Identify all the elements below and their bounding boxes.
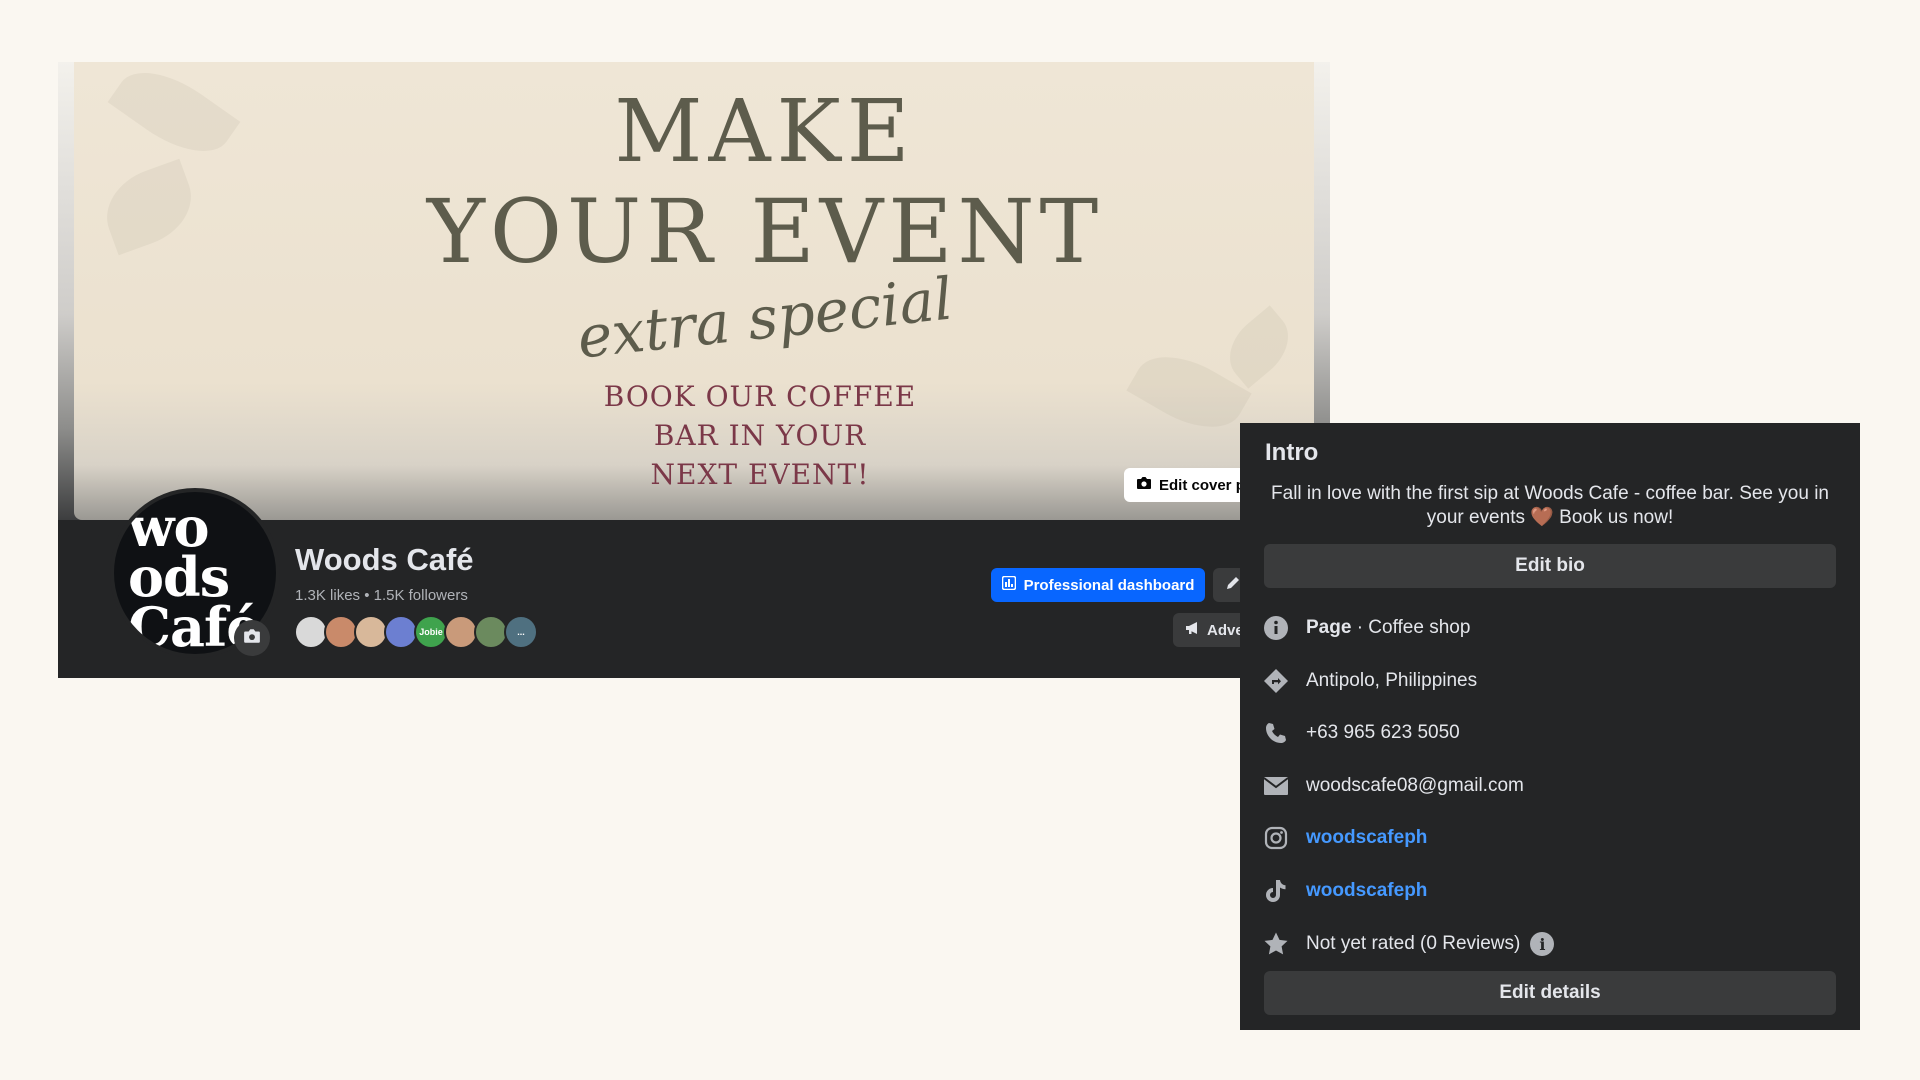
megaphone-icon <box>1185 621 1201 639</box>
page-stats[interactable]: 1.3K likes • 1.5K followers <box>295 587 468 604</box>
page-category: · Coffee shop <box>1351 617 1471 638</box>
tiktok-link[interactable]: woodscafeph <box>1306 880 1427 902</box>
star-icon <box>1262 930 1290 958</box>
follower-avatar[interactable] <box>444 615 478 649</box>
intro-title: Intro <box>1265 439 1319 466</box>
cover-subtext-1: BOOK OUR COFFEE <box>603 380 917 413</box>
follower-avatar[interactable] <box>354 615 388 649</box>
phone-icon <box>1262 719 1290 747</box>
instagram-icon <box>1262 824 1290 852</box>
intro-tiktok: woodscafeph <box>1262 876 1427 906</box>
follower-avatars[interactable]: Jobie... <box>294 615 538 649</box>
follower-avatar[interactable] <box>294 615 328 649</box>
follower-avatar[interactable] <box>324 615 358 649</box>
follower-avatar[interactable]: Jobie <box>414 615 448 649</box>
intro-rating: Not yet rated (0 Reviews) i <box>1262 929 1555 959</box>
intro-page-category: Page · Coffee shop <box>1262 613 1470 643</box>
page-label: Page <box>1306 617 1352 638</box>
phone-text[interactable]: +63 965 623 5050 <box>1306 722 1460 744</box>
camera-icon <box>243 628 261 649</box>
rating-text: Not yet rated (0 Reviews) <box>1306 933 1521 954</box>
rating-info-icon[interactable]: i <box>1530 932 1555 956</box>
pencil-icon <box>1225 575 1241 596</box>
update-avatar-camera-button[interactable] <box>234 620 270 656</box>
email-text[interactable]: woodscafe08@gmail.com <box>1306 775 1524 797</box>
directions-icon <box>1262 667 1290 695</box>
cover-subtext-2: BAR IN YOUR <box>653 419 867 452</box>
follower-avatar[interactable] <box>384 615 418 649</box>
intro-bio-line: Fall in love with the first sip at Woods… <box>1271 483 1829 504</box>
location-text: Antipolo, Philippines <box>1306 670 1478 691</box>
instagram-link[interactable]: woodscafeph <box>1306 827 1427 849</box>
intro-location: Antipolo, Philippines <box>1262 666 1477 696</box>
intro-instagram: woodscafeph <box>1262 823 1427 853</box>
profile-card: MAKE YOUR EVENT extra special BOOK OUR C… <box>58 62 1330 678</box>
professional-dashboard-label: Professional dashboard <box>1023 576 1195 594</box>
cover-headline-1: MAKE <box>614 82 916 182</box>
edit-bio-button[interactable]: Edit bio <box>1264 544 1836 588</box>
edit-details-button[interactable]: Edit details <box>1264 971 1836 1015</box>
page-title[interactable]: Woods Café <box>295 542 474 578</box>
intro-panel: Intro Fall in love with the first sip at… <box>1240 423 1860 1030</box>
professional-dashboard-button[interactable]: Professional dashboard <box>991 568 1205 602</box>
mail-icon <box>1262 772 1290 800</box>
info-icon <box>1262 614 1290 642</box>
cover-photo[interactable]: MAKE YOUR EVENT extra special BOOK OUR C… <box>74 62 1314 520</box>
leaf-decoration <box>1216 305 1302 389</box>
camera-icon <box>1136 476 1152 494</box>
cover-area: MAKE YOUR EVENT extra special BOOK OUR C… <box>58 62 1330 520</box>
intro-phone: +63 965 623 5050 <box>1262 718 1460 748</box>
tiktok-icon <box>1262 877 1290 905</box>
follower-avatar[interactable]: ... <box>504 615 538 649</box>
intro-email: woodscafe08@gmail.com <box>1262 771 1524 801</box>
intro-bio: Fall in love with the first sip at Woods… <box>1264 482 1836 530</box>
follower-avatar[interactable] <box>474 615 508 649</box>
dashboard-icon <box>1001 575 1016 594</box>
intro-bio-line: your events 🤎 Book us now! <box>1426 507 1674 528</box>
